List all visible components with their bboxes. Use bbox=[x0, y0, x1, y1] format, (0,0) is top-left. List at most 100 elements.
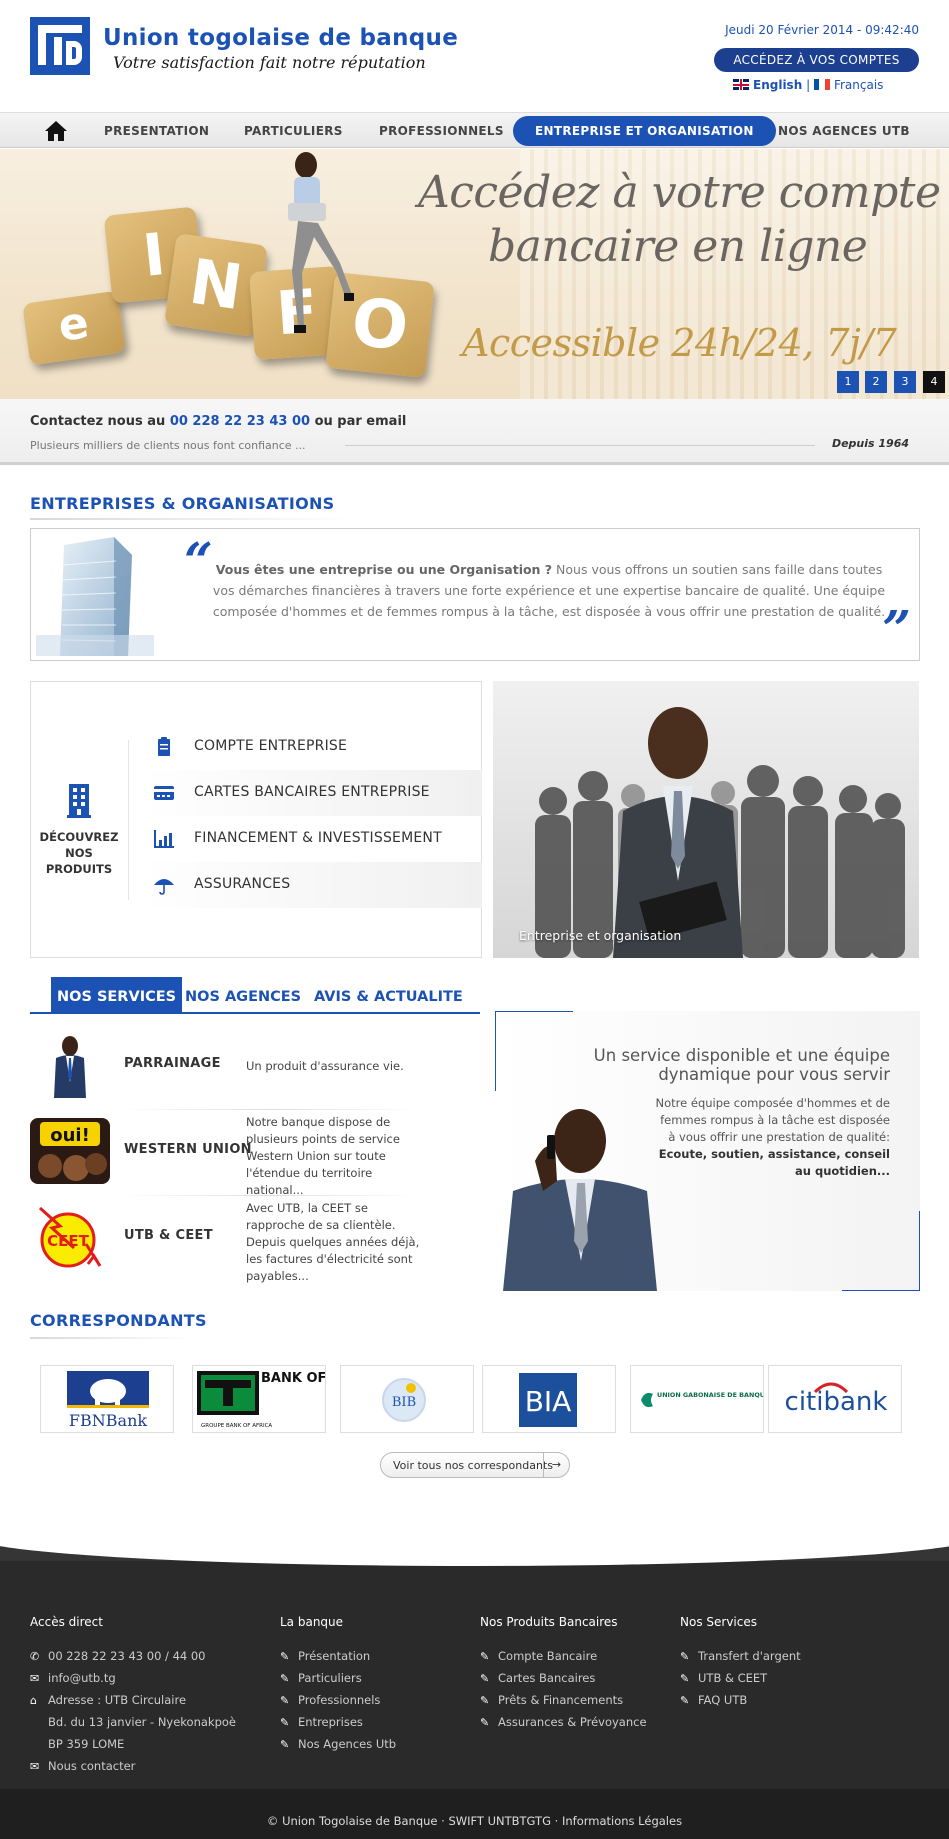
service-desc: Avec UTB, la CEET se rapproche de sa cli… bbox=[246, 1201, 420, 1283]
product-label: CARTES BANCAIRES ENTREPRISE bbox=[194, 784, 430, 800]
fbnbank-text: FBNBank bbox=[69, 1411, 147, 1430]
slide-dot-1[interactable]: 1 bbox=[837, 371, 859, 393]
bia-logo: BIA bbox=[519, 1373, 577, 1427]
building-icon bbox=[67, 784, 91, 818]
pencil-icon: ✎ bbox=[480, 1672, 490, 1685]
footer-phone-text: 00 228 22 23 43 00 / 44 00 bbox=[48, 1649, 206, 1663]
brand-name[interactable]: Union togolaise de banque bbox=[103, 25, 458, 51]
service-box-title: Un service disponible et une équipe dyna… bbox=[570, 1046, 890, 1084]
service-desc: Un produit d'assurance vie. bbox=[246, 1059, 404, 1073]
footer-link-agences[interactable]: ✎ Nos Agences Utb bbox=[280, 1737, 396, 1751]
nav-item-presentation[interactable]: PRESENTATION bbox=[104, 113, 209, 149]
page: Union togolaise de banque Votre satisfac… bbox=[0, 0, 949, 1839]
credit-card-icon bbox=[154, 786, 174, 800]
see-all-correspondants-button[interactable]: Voir tous nos correspondants → bbox=[380, 1452, 570, 1478]
phone-icon: ✆ bbox=[30, 1650, 40, 1663]
boa-logo: BANK OF AFRICA MALI GROUPE BANK OF AFRIC… bbox=[197, 1371, 325, 1429]
footer-link-professionnels[interactable]: ✎ Professionnels bbox=[280, 1693, 380, 1707]
footer-link-transfert[interactable]: ✎ Transfert d'argent bbox=[680, 1649, 801, 1663]
nav-item-professionnels[interactable]: PROFESSIONNELS bbox=[379, 113, 504, 149]
product-item-compte-entreprise[interactable]: COMPTE ENTREPRISE bbox=[141, 724, 482, 770]
footer-link-utb-ceet[interactable]: ✎ UTB & CEET bbox=[680, 1671, 767, 1685]
footer-link-prets[interactable]: ✎ Prêts & Financements bbox=[480, 1693, 623, 1707]
hero-banner[interactable]: e I N F O Accédez à votre compte bancair… bbox=[0, 149, 949, 399]
trust-text: Plusieurs milliers de clients nous font … bbox=[30, 439, 306, 452]
slide-dot-3[interactable]: 3 bbox=[894, 371, 916, 393]
logo-bib[interactable]: BIB bbox=[340, 1365, 474, 1433]
woman-with-laptop-image bbox=[288, 152, 354, 333]
footer-contact-text: Nous contacter bbox=[48, 1759, 136, 1773]
contact-band: Contactez nous au 00 228 22 23 43 00 ou … bbox=[0, 399, 949, 465]
product-item-cartes-bancaires[interactable]: CARTES BANCAIRES ENTREPRISE bbox=[141, 770, 482, 816]
bib-text: BIB bbox=[392, 1395, 416, 1410]
nav-item-entreprise[interactable]: ENTREPRISE ET ORGANISATION bbox=[513, 116, 776, 146]
service-item-western-union[interactable]: oui! WESTERN UNION Notre banque dispose … bbox=[30, 1110, 480, 1197]
footer-link-assurances[interactable]: ✎ Assurances & Prévoyance bbox=[480, 1715, 647, 1729]
service-item-utb-ceet[interactable]: CEET UTB & CEET Avec UTB, la CEET se rap… bbox=[30, 1196, 480, 1283]
nav-item-particuliers[interactable]: PARTICULIERS bbox=[244, 113, 343, 149]
footer-contact-link[interactable]: ✉ Nous contacter bbox=[30, 1759, 135, 1773]
logo-ugb[interactable]: UNION GABONAISE DE BANQUE bbox=[630, 1365, 764, 1433]
fr-flag-icon[interactable] bbox=[813, 79, 830, 90]
footer-link-compte[interactable]: ✎ Compte Bancaire bbox=[480, 1649, 597, 1663]
footer-link-entreprises[interactable]: ✎ Entreprises bbox=[280, 1715, 363, 1729]
service-name: WESTERN UNION bbox=[124, 1142, 252, 1157]
intro-bold-text: Vous êtes une entreprise ou une Organisa… bbox=[215, 562, 553, 577]
frame-corner bbox=[495, 1011, 573, 1012]
tab-avis-actualite[interactable]: AVIS & ACTUALITE bbox=[308, 977, 469, 1013]
utb-logo-icon[interactable] bbox=[30, 17, 90, 75]
logo-bank-of-africa[interactable]: BANK OF AFRICA MALI GROUPE BANK OF AFRIC… bbox=[192, 1365, 326, 1433]
tab-nos-services[interactable]: NOS SERVICES bbox=[51, 977, 183, 1013]
hero-subtitle: Accessible 24h/24, 7j/7 bbox=[462, 321, 897, 365]
logo-fbnbank[interactable]: FBNBank bbox=[40, 1365, 174, 1433]
divider bbox=[128, 740, 129, 900]
contact-phone[interactable]: 00 228 22 23 43 00 bbox=[170, 414, 310, 429]
product-label: COMPTE ENTREPRISE bbox=[194, 738, 348, 754]
product-item-assurances[interactable]: ASSURANCES bbox=[141, 862, 482, 908]
lang-english-link[interactable]: English bbox=[753, 78, 802, 92]
access-accounts-button[interactable]: ACCÉDEZ À VOS COMPTES bbox=[714, 48, 919, 72]
service-item-parrainage[interactable]: PARRAINAGE Un produit d'assurance vie. bbox=[30, 1024, 480, 1110]
home-icon[interactable] bbox=[44, 120, 68, 142]
footer-link-cartes[interactable]: ✎ Cartes Bancaires bbox=[480, 1671, 595, 1685]
slide-dot-4[interactable]: 4 bbox=[923, 371, 945, 393]
boa-group-text: GROUPE BANK OF AFRICA bbox=[201, 1423, 272, 1429]
header: Union togolaise de banque Votre satisfac… bbox=[0, 0, 949, 112]
footer-link-text: FAQ UTB bbox=[698, 1693, 748, 1707]
bar-chart-icon bbox=[154, 830, 174, 848]
quote-close-icon: ” bbox=[882, 599, 911, 658]
footer-address: ⌂ Adresse : UTB Circulaire bbox=[30, 1693, 186, 1707]
discover-line2: NOS bbox=[65, 846, 93, 860]
footer-link-text: Présentation bbox=[298, 1649, 371, 1663]
uk-flag-icon[interactable] bbox=[733, 79, 749, 90]
hero-title-line1: Accédez à votre compte bbox=[418, 167, 941, 218]
footer-link-text: Entreprises bbox=[298, 1715, 363, 1729]
footer-link-particuliers[interactable]: ✎ Particuliers bbox=[280, 1671, 362, 1685]
slide-dot-2[interactable]: 2 bbox=[865, 371, 887, 393]
contact-email-link[interactable]: ou par email bbox=[315, 414, 407, 429]
footer-phone[interactable]: ✆ 00 228 22 23 43 00 / 44 00 bbox=[30, 1649, 206, 1663]
footer-link-presentation[interactable]: ✎ Présentation bbox=[280, 1649, 370, 1663]
footer-arc bbox=[0, 1536, 949, 1566]
enterprise-intro-text: Vous êtes une entreprise ou une Organisa… bbox=[209, 559, 889, 622]
nav-item-agences[interactable]: NOS AGENCES UTB bbox=[778, 113, 910, 149]
service-bold-text: Ecoute, soutien, assistance, conseil au … bbox=[658, 1147, 890, 1178]
logo-bia[interactable]: BIA bbox=[482, 1365, 616, 1433]
logo-citibank[interactable]: citibank bbox=[768, 1365, 902, 1433]
service-text: Notre équipe composée d'hommes et de fem… bbox=[655, 1096, 890, 1144]
citibank-text: citibank bbox=[785, 1387, 888, 1417]
footer-email[interactable]: ✉ info@utb.tg bbox=[30, 1671, 116, 1685]
footer-link-text: Compte Bancaire bbox=[498, 1649, 598, 1663]
lang-separator: | bbox=[806, 78, 811, 92]
umbrella-icon bbox=[154, 879, 174, 895]
product-item-financement[interactable]: FINANCEMENT & INVESTISSEMENT bbox=[141, 816, 482, 862]
footer-link-text: Professionnels bbox=[298, 1693, 381, 1707]
footer-col3-title: Nos Produits Bancaires bbox=[480, 1615, 618, 1629]
frame-corner bbox=[495, 1011, 496, 1091]
lang-french-link[interactable]: Français bbox=[834, 78, 883, 92]
boa-sub-text: MALI bbox=[277, 1408, 294, 1416]
tab-underline bbox=[30, 1012, 480, 1014]
tab-nos-agences[interactable]: NOS AGENCES bbox=[179, 977, 307, 1013]
footer-link-text: Prêts & Financements bbox=[498, 1693, 624, 1707]
footer-link-faq[interactable]: ✎ FAQ UTB bbox=[680, 1693, 747, 1707]
